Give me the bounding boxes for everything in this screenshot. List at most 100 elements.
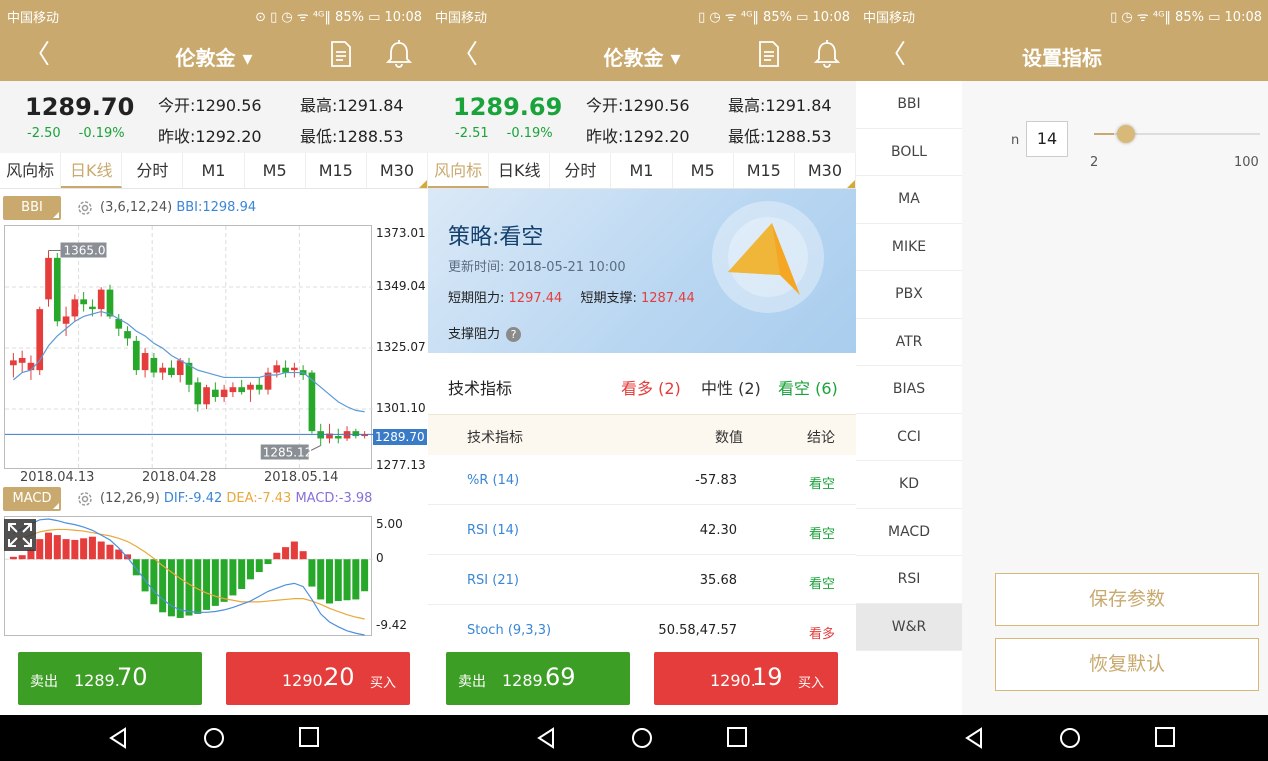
high-price: 最高:1291.84 bbox=[300, 96, 404, 115]
main-indicator-row: BBI (3,6,12,24) BBI:1298.94 bbox=[0, 196, 428, 220]
tab-intraday[interactable]: 分时 bbox=[122, 153, 184, 188]
y-tick-label: 1325.07 bbox=[376, 340, 426, 354]
menu-item-atr[interactable]: ATR bbox=[856, 319, 962, 366]
macd-bar bbox=[194, 559, 202, 614]
menu-item-rsi[interactable]: RSI bbox=[856, 556, 962, 604]
support-resistance-link[interactable]: 支撑阻力? bbox=[448, 323, 522, 342]
tab-m1[interactable]: M1 bbox=[611, 153, 673, 188]
candle-body bbox=[220, 389, 228, 397]
tab-wind-vane[interactable]: 风向标 bbox=[428, 153, 490, 188]
table-row[interactable]: RSI (14) 42.30 看空 bbox=[428, 505, 856, 555]
strategy-levels: 短期阻力: 1297.44 短期支撑: 1287.44 bbox=[448, 287, 709, 306]
candle-body bbox=[334, 436, 342, 439]
page-title: 伦敦金 bbox=[175, 46, 236, 70]
nav-back-icon[interactable] bbox=[536, 727, 556, 749]
tab-daily-kline[interactable]: 日K线 bbox=[489, 153, 551, 188]
tech-summary: 技术指标 看多 (2) 中性 (2) 看空 (6) bbox=[428, 353, 856, 415]
row-verdict: 看空 bbox=[808, 477, 835, 492]
menu-item-macd[interactable]: MACD bbox=[856, 509, 962, 556]
col-indicator: 技术指标 bbox=[467, 430, 523, 446]
sub-indicator-row: MACD (12,26,9) DIF:-9.42 DEA:-7.43 MACD:… bbox=[0, 487, 428, 511]
tab-daily-kline[interactable]: 日K线 bbox=[61, 153, 123, 188]
gear-icon[interactable] bbox=[76, 199, 94, 217]
battery-level: 85% bbox=[335, 10, 364, 25]
macd-chart[interactable] bbox=[4, 516, 373, 636]
menu-item-cci[interactable]: CCI bbox=[856, 414, 962, 461]
table-row[interactable]: %R (14) -57.83 看空 bbox=[428, 455, 856, 505]
macd-bar bbox=[36, 539, 44, 560]
y-tick-label: 1301.10 bbox=[376, 401, 426, 415]
document-icon[interactable] bbox=[330, 41, 352, 67]
fullscreen-icon[interactable] bbox=[4, 519, 36, 551]
sub-indicator-info: (12,26,9) DIF:-9.42 DEA:-7.43 MACD:-3.98 bbox=[100, 491, 372, 506]
slider-handle[interactable] bbox=[1117, 125, 1136, 143]
low-price: 最低:1288.53 bbox=[300, 127, 404, 146]
candle-body bbox=[238, 387, 246, 393]
nav-back-icon[interactable] bbox=[108, 727, 128, 749]
nav-home-icon[interactable] bbox=[203, 727, 225, 749]
buy-button[interactable]: 1290. 20 买入 bbox=[226, 652, 410, 705]
nav-home-icon[interactable] bbox=[631, 727, 653, 749]
menu-item-wr[interactable]: W&R bbox=[856, 603, 962, 651]
macd-bar bbox=[325, 559, 333, 604]
help-icon[interactable]: ? bbox=[506, 327, 522, 342]
caret-down-icon: ▾ bbox=[235, 46, 253, 70]
tab-m30[interactable]: M30 bbox=[367, 153, 428, 188]
bell-icon[interactable] bbox=[814, 40, 840, 68]
param-slider[interactable] bbox=[1094, 125, 1260, 143]
menu-item-bias[interactable]: BIAS bbox=[856, 366, 962, 414]
save-params-button[interactable]: 保存参数 bbox=[995, 573, 1259, 626]
menu-item-mike[interactable]: MIKE bbox=[856, 224, 962, 271]
macd-y-tick: 5.00 bbox=[376, 517, 403, 531]
nav-home-icon[interactable] bbox=[1059, 727, 1081, 749]
gear-icon[interactable] bbox=[76, 490, 94, 508]
dif-value: DIF:-9.42 bbox=[163, 491, 223, 506]
tab-m30[interactable]: M30 bbox=[795, 153, 856, 188]
macd-bar bbox=[53, 535, 61, 560]
menu-item-kd[interactable]: KD bbox=[856, 461, 962, 509]
symbol-selector[interactable]: 伦敦金 ▾ bbox=[428, 42, 856, 71]
param-label: n bbox=[1011, 133, 1020, 148]
nav-recents-icon[interactable] bbox=[727, 727, 747, 747]
slider-min: 2 bbox=[1090, 155, 1099, 170]
battery-icon: ▭ bbox=[1208, 10, 1221, 25]
change-value: -2.51 bbox=[455, 126, 489, 141]
menu-item-pbx[interactable]: PBX bbox=[856, 271, 962, 319]
restore-default-button[interactable]: 恢复默认 bbox=[995, 638, 1259, 691]
sub-indicator-button[interactable]: MACD bbox=[3, 487, 61, 511]
macd-bar bbox=[167, 559, 175, 617]
tab-m5[interactable]: M5 bbox=[673, 153, 734, 188]
menu-item-bbi[interactable]: BBI bbox=[856, 81, 962, 129]
trade-bar: 卖出 1289. 70 1290. 20 买入 bbox=[0, 641, 428, 715]
min-price-label: 1285.12 bbox=[263, 446, 313, 460]
last-price: 1289.69 bbox=[453, 93, 563, 121]
page-title: 设置指标 bbox=[1022, 46, 1102, 70]
trade-bar: 卖出 1289. 69 1290. 19 买入 bbox=[428, 641, 856, 715]
menu-item-ma[interactable]: MA bbox=[856, 176, 962, 224]
nav-bar bbox=[428, 715, 856, 761]
tab-m5[interactable]: M5 bbox=[245, 153, 306, 188]
tab-wind-vane[interactable]: 风向标 bbox=[0, 153, 62, 188]
table-row[interactable]: RSI (21) 35.68 看空 bbox=[428, 555, 856, 605]
tab-m1[interactable]: M1 bbox=[183, 153, 245, 188]
tab-m15[interactable]: M15 bbox=[734, 153, 795, 188]
tab-m15[interactable]: M15 bbox=[306, 153, 367, 188]
kline-chart[interactable]: 1365.02 1285.12 bbox=[4, 225, 373, 470]
document-icon[interactable] bbox=[758, 41, 780, 67]
buy-button[interactable]: 1290. 19 买入 bbox=[654, 652, 838, 705]
nav-recents-icon[interactable] bbox=[299, 727, 319, 747]
main-indicator-button[interactable]: BBI bbox=[3, 196, 61, 220]
status-bar: 中国移动 ▯ ◷ ᯤ ⁴ᴳ‖ 85% ▭ 10:08 bbox=[856, 0, 1268, 30]
macd-bar bbox=[150, 559, 158, 605]
macd-bar bbox=[71, 539, 79, 560]
tab-intraday[interactable]: 分时 bbox=[550, 153, 612, 188]
menu-item-boll[interactable]: BOLL bbox=[856, 129, 962, 176]
bell-icon[interactable] bbox=[386, 40, 412, 68]
nav-back-icon[interactable] bbox=[964, 727, 984, 749]
nav-recents-icon[interactable] bbox=[1155, 727, 1175, 747]
macd-params: (12,26,9) bbox=[100, 491, 160, 506]
sell-button[interactable]: 卖出 1289. 70 bbox=[18, 652, 202, 705]
symbol-selector[interactable]: 伦敦金 ▾ bbox=[0, 42, 428, 71]
param-input[interactable]: 14 bbox=[1026, 121, 1068, 157]
sell-button[interactable]: 卖出 1289. 69 bbox=[446, 652, 630, 705]
